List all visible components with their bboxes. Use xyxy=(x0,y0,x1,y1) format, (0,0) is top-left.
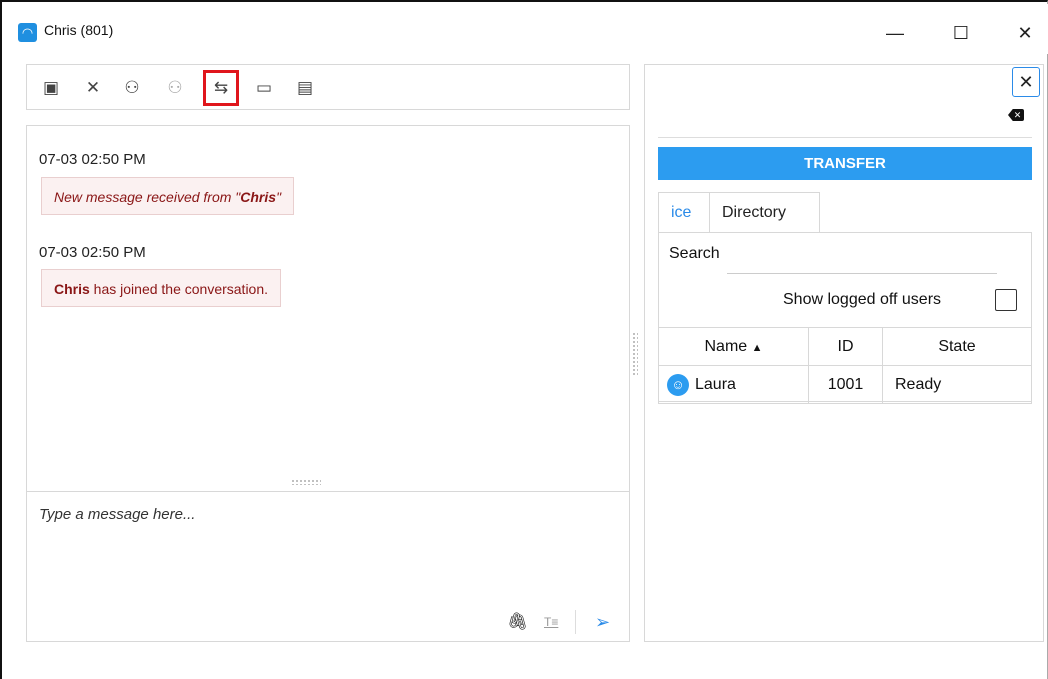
column-name-header[interactable]: Name ▲ xyxy=(658,327,809,366)
remove-participant-icon[interactable]: ⚇ xyxy=(163,76,187,100)
horizontal-splitter[interactable] xyxy=(291,479,321,485)
transfer-panel: ✕ ✕ TRANSFER ice Directory Search Show l… xyxy=(644,64,1044,642)
tab-ice[interactable]: ice xyxy=(658,192,710,233)
headset-icon: ◠ xyxy=(18,23,37,42)
clear-icon[interactable]: ✕ xyxy=(1008,109,1024,121)
user-state-cell: Ready xyxy=(882,365,1032,404)
search-input[interactable] xyxy=(727,273,997,274)
message-list[interactable]: 07-03 02:50 PM New message received from… xyxy=(26,125,630,539)
column-name-label: Name xyxy=(704,337,748,355)
show-logged-off-label: Show logged off users xyxy=(783,291,942,308)
transfer-header: TRANSFER xyxy=(658,147,1032,180)
message-suffix: has joined the conversation. xyxy=(89,281,269,297)
transfer-icon[interactable]: ⇆ xyxy=(203,70,239,106)
users-table: Name ▲ ID State ☺ Laura 1001 Ready xyxy=(658,327,1032,404)
user-avatar-icon: ☺ xyxy=(667,373,689,396)
column-state-header[interactable]: State xyxy=(882,327,1032,366)
chat-window: ◠ Chris (801) — ☐ ✕ ▣ ✕ ⚇ ⚇ ⇆ ▭ ▤ 07-03 … xyxy=(0,0,1048,679)
table-row[interactable]: ☺ Laura 1001 Ready xyxy=(658,365,1032,404)
close-panel-button[interactable]: ✕ xyxy=(1012,67,1040,97)
chat-toolbar: ▣ ✕ ⚇ ⚇ ⇆ ▭ ▤ xyxy=(26,64,630,110)
user-name: Laura xyxy=(695,375,736,393)
message-timestamp: 07-03 02:50 PM xyxy=(39,244,146,261)
system-message: Chris has joined the conversation. xyxy=(41,269,282,307)
composer-divider xyxy=(575,610,576,634)
vertical-splitter[interactable] xyxy=(632,332,638,376)
conference-icon[interactable]: ⚇ xyxy=(120,76,144,100)
message-timestamp: 07-03 02:50 PM xyxy=(39,151,146,168)
transcript-icon[interactable]: ▤ xyxy=(293,76,317,100)
column-id-header[interactable]: ID xyxy=(808,327,883,366)
message-sender: Chris xyxy=(240,189,277,205)
format-text-icon[interactable]: T≡ xyxy=(544,612,558,632)
message-sender: Chris xyxy=(54,281,90,297)
attach-icon[interactable]: 🖇 xyxy=(507,612,529,632)
user-id-cell: 1001 xyxy=(808,365,883,404)
close-window-button[interactable]: ✕ xyxy=(1002,16,1048,50)
message-suffix: " xyxy=(276,189,282,205)
user-name-cell[interactable]: ☺ Laura xyxy=(658,365,809,404)
message-input[interactable] xyxy=(39,501,619,527)
title-bar[interactable]: ◠ Chris (801) — ☐ ✕ xyxy=(4,4,1048,54)
window-title: Chris (801) xyxy=(44,22,114,38)
maximize-button[interactable]: ☐ xyxy=(938,16,984,50)
send-icon[interactable]: ➢ xyxy=(595,612,610,632)
end-chat-icon[interactable]: ✕ xyxy=(81,76,105,100)
show-logged-off-checkbox[interactable] xyxy=(995,289,1017,311)
message-prefix: New message received from " xyxy=(54,189,241,205)
conversation-panel: ▣ ✕ ⚇ ⚇ ⇆ ▭ ▤ 07-03 02:50 PM New message… xyxy=(26,64,630,642)
tab-directory[interactable]: Directory xyxy=(710,192,820,233)
table-header-row: Name ▲ ID State xyxy=(658,327,1032,366)
minimize-button[interactable]: — xyxy=(872,16,918,50)
briefcase-icon[interactable]: ▭ xyxy=(252,76,276,100)
system-message: New message received from "Chris" xyxy=(41,177,295,215)
sort-ascending-icon: ▲ xyxy=(751,341,763,354)
contact-card-icon[interactable]: ▣ xyxy=(39,76,63,100)
panel-divider xyxy=(658,137,1032,138)
search-label[interactable]: Search xyxy=(669,245,720,263)
message-composer: 🖇 T≡ ➢ xyxy=(26,491,630,642)
